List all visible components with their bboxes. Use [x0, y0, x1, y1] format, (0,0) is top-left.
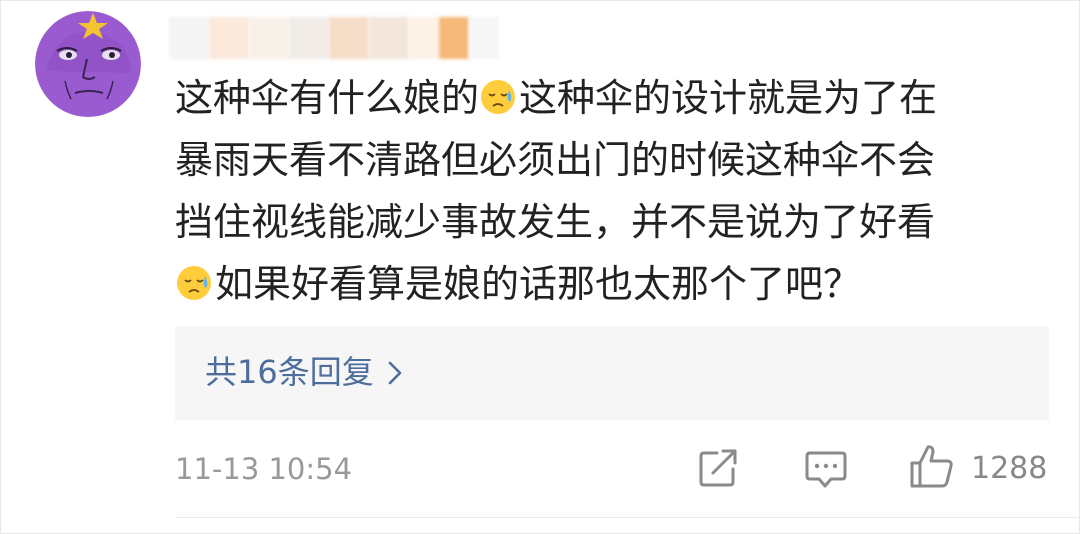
comment-text: 这种伞有什么娘的 这种伞的设计就是为了在 暴雨天看不清路但必须出门的时候这种伞不会… — [175, 67, 1035, 315]
like-count: 1288 — [971, 451, 1048, 486]
view-replies-link[interactable]: 共16条回复 — [205, 352, 402, 392]
username-blur-block — [409, 17, 439, 59]
comment-line: 挡住视线能减少事故发生，并不是说为了好看 — [175, 191, 1035, 253]
comment-segment: 如果好看算是娘的话那也太那个了吧？ — [215, 262, 862, 306]
avatar[interactable] — [35, 11, 141, 117]
comment-icon — [805, 451, 847, 488]
username-blur-block — [469, 17, 499, 59]
username-blur-block — [169, 17, 209, 59]
like-button[interactable] — [909, 443, 955, 489]
username-blur-block — [209, 17, 249, 59]
comment-segment: 暴雨天看不清路但必须出门的时候这种伞不会 — [175, 138, 936, 182]
comment-line: 暴雨天看不清路但必须出门的时候这种伞不会 — [175, 129, 1035, 191]
replies-panel: 共16条回复 — [175, 326, 1049, 420]
username-blur-block — [329, 17, 369, 59]
replies-label: 共16条回复 — [205, 353, 374, 391]
comment-segment: 这种伞的设计就是为了在 — [519, 76, 938, 120]
comment-card: 这种伞有什么娘的 这种伞的设计就是为了在 暴雨天看不清路但必须出门的时候这种伞不会… — [0, 0, 1080, 534]
username-blur-block — [369, 17, 409, 59]
username-blur-block — [289, 17, 329, 59]
thumbs-up-icon — [910, 445, 953, 488]
comment-line: 如果好看算是娘的话那也太那个了吧？ — [175, 253, 1035, 315]
comment-line: 这种伞有什么娘的 这种伞的设计就是为了在 — [175, 67, 1035, 129]
share-button[interactable] — [697, 447, 739, 489]
chevron-right-icon — [388, 354, 402, 394]
comment-segment: 这种伞有什么娘的 — [175, 76, 480, 120]
username-blur-block — [249, 17, 289, 59]
username-blurred[interactable] — [169, 17, 499, 59]
share-icon — [699, 449, 737, 487]
username-blur-block — [439, 17, 469, 59]
sweat-face-emoji-icon — [479, 78, 517, 116]
sweat-face-emoji-icon — [175, 264, 213, 302]
divider — [175, 517, 1080, 518]
comment-timestamp: 11-13 10:54 — [175, 452, 353, 486]
comment-segment: 挡住视线能减少事故发生，并不是说为了好看 — [175, 200, 936, 244]
reply-button[interactable] — [805, 447, 847, 491]
